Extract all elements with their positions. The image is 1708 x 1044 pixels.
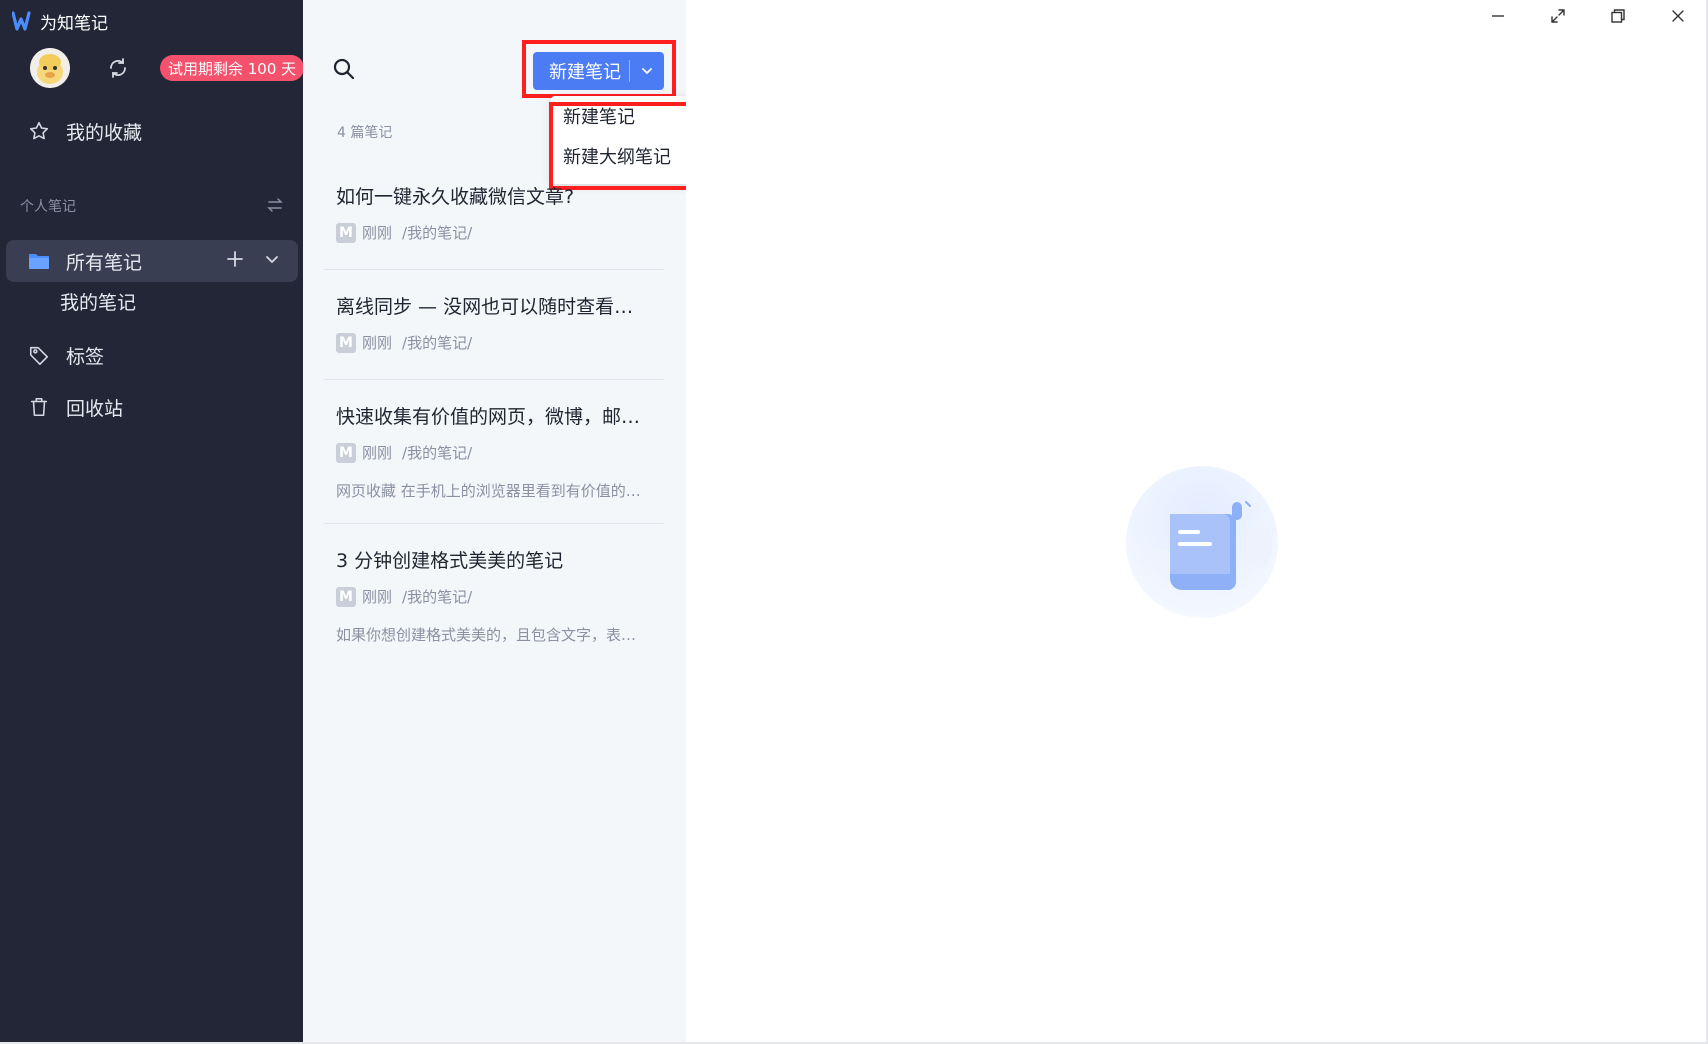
expand-icon[interactable]: [1544, 4, 1572, 28]
chevron-down-icon[interactable]: [264, 250, 280, 272]
note-summary: 网页收藏 在手机上的浏览器里看到有价值的…: [336, 482, 641, 500]
note-path: /我的笔记/: [402, 224, 473, 242]
markdown-icon: M: [336, 442, 356, 463]
sidebar-item-favorites[interactable]: 我的收藏: [6, 110, 298, 152]
note-count: 4 篇笔记: [337, 125, 393, 141]
sidebar-item-my-notes[interactable]: 我的笔记: [60, 288, 136, 315]
note-summary: 如果你想创建格式美美的，且包含文字，表…: [336, 626, 637, 644]
chevron-down-icon[interactable]: [630, 64, 664, 78]
note-path: /我的笔记/: [402, 334, 473, 352]
sidebar-item-label: 所有笔记: [66, 251, 143, 274]
list-item[interactable]: 如何一键永久收藏微信文章? M 刚刚 /我的笔记/: [324, 182, 664, 270]
dropdown-highlight: [549, 102, 694, 190]
list-item[interactable]: 快速收集有价值的网页，微博，邮… M 刚刚 /我的笔记/ 网页收藏 在手机上的浏…: [324, 402, 664, 524]
list-item[interactable]: 离线同步 — 没网也可以随时查看… M 刚刚 /我的笔记/: [324, 292, 664, 380]
folder-icon: [26, 248, 52, 274]
note-path: /我的笔记/: [402, 444, 473, 462]
search-icon[interactable]: [331, 56, 357, 82]
restore-icon[interactable]: [1604, 4, 1632, 28]
editor-area: [686, 0, 1708, 1044]
note-title: 离线同步 — 没网也可以随时查看…: [336, 296, 634, 318]
note-meta: M 刚刚 /我的笔记/: [336, 586, 472, 607]
empty-note-icon: [1124, 464, 1280, 620]
markdown-icon: M: [336, 586, 356, 607]
sidebar-item-label: 回收站: [66, 397, 124, 420]
sidebar-item-label: 我的收藏: [66, 121, 143, 144]
avatar[interactable]: [30, 48, 70, 88]
note-time: 刚刚: [362, 334, 393, 352]
sidebar: 为知笔记 试用期剩余 100 天 我的收藏 个人笔记 所有笔记 我的笔记 标签 …: [0, 0, 305, 1044]
tag-icon: [26, 342, 52, 368]
note-meta: M 刚刚 /我的笔记/: [336, 442, 472, 463]
star-icon: [26, 118, 52, 144]
note-list-panel: 新建笔记 新建笔记 新建大纲笔记 4 篇笔记 如何一键永久收藏微信文章? M 刚…: [303, 0, 694, 1044]
new-note-button[interactable]: 新建笔记: [533, 52, 664, 90]
note-time: 刚刚: [362, 224, 393, 242]
sidebar-item-tags[interactable]: 标签: [6, 334, 298, 376]
app-title-text: 为知笔记: [40, 13, 108, 34]
new-note-button-label: 新建笔记: [549, 62, 621, 83]
trial-badge[interactable]: 试用期剩余 100 天: [160, 55, 305, 81]
app-title: 为知笔记: [12, 8, 108, 34]
note-title: 如何一键永久收藏微信文章?: [336, 186, 575, 208]
sidebar-item-label: 标签: [66, 345, 105, 368]
app-logo-icon: [12, 10, 34, 32]
markdown-icon: M: [336, 222, 356, 243]
sidebar-item-trash[interactable]: 回收站: [6, 386, 298, 428]
note-path: /我的笔记/: [402, 588, 473, 606]
note-title: 快速收集有价值的网页，微博，邮…: [336, 406, 641, 428]
note-title: 3 分钟创建格式美美的笔记: [336, 550, 564, 572]
user-row: 试用期剩余 100 天: [30, 48, 305, 88]
note-time: 刚刚: [362, 444, 393, 462]
section-label: 个人笔记: [20, 199, 76, 215]
sidebar-item-all-notes[interactable]: 所有笔记: [6, 240, 298, 282]
sync-icon[interactable]: [104, 54, 132, 82]
swap-icon[interactable]: [266, 196, 284, 214]
note-meta: M 刚刚 /我的笔记/: [336, 332, 472, 353]
markdown-icon: M: [336, 332, 356, 353]
list-item[interactable]: 3 分钟创建格式美美的笔记 M 刚刚 /我的笔记/ 如果你想创建格式美美的，且包…: [324, 546, 664, 668]
note-time: 刚刚: [362, 588, 393, 606]
minimize-icon[interactable]: [1484, 4, 1512, 28]
close-icon[interactable]: [1664, 4, 1692, 28]
plus-icon[interactable]: [226, 250, 244, 273]
trash-icon: [26, 394, 52, 420]
note-meta: M 刚刚 /我的笔记/: [336, 222, 472, 243]
